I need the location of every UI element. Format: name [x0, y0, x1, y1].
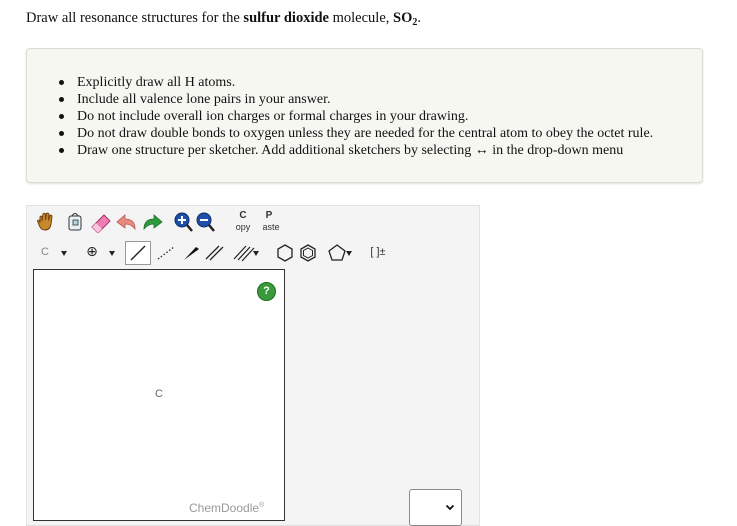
canvas-atom[interactable]: C: [155, 388, 163, 400]
chemdoodle-logo: ChemDoodle®: [189, 501, 265, 515]
chevron-down-icon: [445, 504, 455, 511]
redo-icon[interactable]: [140, 210, 164, 234]
chevron-down-icon: [109, 251, 115, 256]
copy-button[interactable]: C opy: [231, 208, 255, 234]
drawing-canvas[interactable]: ? C ChemDoodle®: [33, 269, 285, 521]
help-icon[interactable]: ?: [257, 282, 276, 301]
charge-plus-icon: ⊕: [86, 243, 98, 259]
chevron-down-icon: [61, 251, 67, 256]
double-bond-tool[interactable]: [202, 241, 226, 265]
recessed-bond-tool[interactable]: [153, 241, 179, 265]
instruction-item: Explicitly draw all H atoms.: [59, 74, 653, 91]
instruction-list: Explicitly draw all H atoms. Include all…: [59, 74, 653, 159]
instruction-item: Do not include overall ion charges or fo…: [59, 108, 653, 125]
wedge-bond-tool[interactable]: [179, 241, 203, 265]
formula: SO2: [393, 10, 418, 28]
atom-selector-button[interactable]: C: [33, 242, 73, 264]
lasso-icon[interactable]: [63, 210, 87, 234]
instruction-item: Do not draw double bonds to oxygen unles…: [59, 125, 653, 142]
charge-selector-button[interactable]: ⊕: [81, 242, 119, 264]
benzene-icon[interactable]: [297, 241, 319, 265]
cyclohexane-icon[interactable]: [274, 241, 296, 265]
triple-bond-tool[interactable]: [226, 241, 262, 265]
copy-label-bottom: opy: [235, 222, 251, 232]
instruction-item: Draw one structure per sketcher. Add add…: [59, 142, 653, 159]
paste-label-bottom: aste: [262, 222, 280, 232]
eraser-icon[interactable]: [89, 210, 113, 234]
copy-label-top: C: [239, 210, 247, 221]
instructions-panel: Explicitly draw all H atoms. Include all…: [26, 48, 703, 183]
zoom-in-icon[interactable]: [172, 210, 194, 234]
cyclopentane-icon[interactable]: [320, 241, 354, 265]
compound-name: sulfur dioxide: [243, 10, 329, 26]
chemdoodle-sketcher: C opy P aste C ⊕ [ ]± ? C ChemDoodle®: [26, 205, 480, 526]
paste-label-top: P: [265, 210, 273, 221]
zoom-out-icon[interactable]: [194, 210, 216, 234]
sketcher-dropdown[interactable]: [409, 489, 462, 526]
bracket-charge-tool[interactable]: [ ]±: [365, 241, 391, 265]
hand-icon[interactable]: [33, 210, 59, 234]
paste-button[interactable]: P aste: [257, 208, 285, 234]
instruction-item: Include all valence lone pairs in your a…: [59, 91, 653, 108]
atom-label: C: [41, 246, 49, 258]
bracket-label: [ ]±: [370, 246, 386, 258]
single-bond-tool[interactable]: [125, 241, 151, 265]
chevron-down-icon: [253, 251, 259, 256]
undo-icon[interactable]: [115, 210, 139, 234]
question-text: Draw all resonance structures for the su…: [26, 10, 421, 28]
chevron-down-icon: [346, 251, 352, 256]
